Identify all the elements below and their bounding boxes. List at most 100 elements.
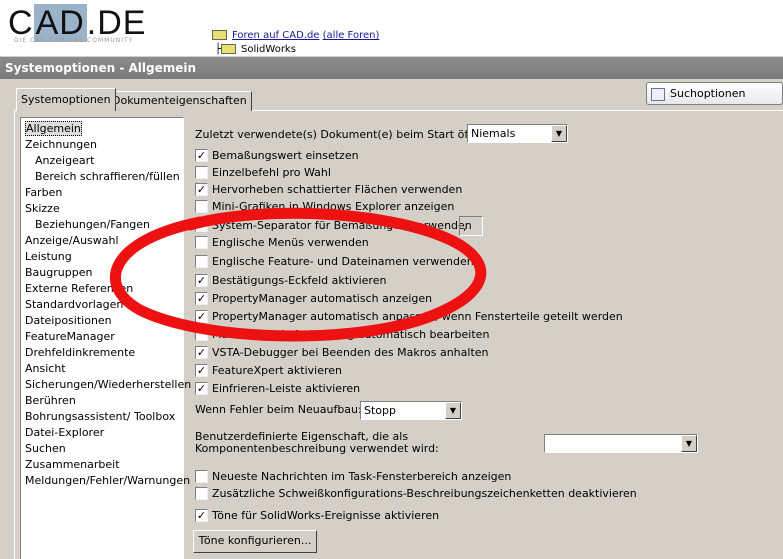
option-checkbox-row[interactable]: ✓ System-Separator für Bemaßungen verwend…: [195, 217, 472, 234]
tree-item[interactable]: Berühren: [21, 393, 183, 409]
tree-item[interactable]: Dateipositionen: [21, 313, 183, 329]
tree-item-label: Meldungen/Fehler/Warnungen: [25, 474, 191, 487]
tree-item[interactable]: Allgemein: [21, 121, 183, 137]
checkbox-checked[interactable]: ✓: [195, 219, 208, 232]
option-label: Neueste Nachrichten im Task-Fensterberei…: [212, 470, 512, 483]
option-checkbox-row[interactable]: ✓ Bestätigungs-Eckfeld aktivieren: [195, 272, 386, 289]
chevron-down-icon: ▼: [445, 402, 461, 419]
checkbox-unchecked[interactable]: [195, 236, 208, 249]
option-label: PropertyManager automatisch anpassen, we…: [212, 310, 623, 323]
configure-sounds-button[interactable]: Töne konfigurieren...: [193, 530, 317, 553]
tree-item[interactable]: Farben: [21, 185, 183, 201]
folder-icon: [221, 44, 237, 54]
checkbox-checked[interactable]: ✓: [195, 274, 208, 287]
search-label: Suchoptionen: [670, 87, 746, 100]
option-label: PropertyManager automatisch anzeigen: [212, 292, 433, 305]
option-checkbox-row[interactable]: ✓ FeatureXpert aktivieren: [195, 362, 342, 379]
checkbox-unchecked[interactable]: [195, 255, 208, 268]
checkbox-unchecked[interactable]: [195, 328, 208, 341]
tab-dokumenteigenschaften[interactable]: Dokumenteigenschaften: [107, 91, 252, 111]
option-checkbox-row[interactable]: Makro nach Aufzeichnung automatisch bear…: [195, 326, 489, 343]
option-checkbox-row[interactable]: ✓ Töne für SolidWorks-Ereignisse aktivier…: [195, 507, 439, 524]
all-forums-link[interactable]: (alle Foren): [323, 30, 380, 41]
checkbox-checked[interactable]: ✓: [195, 364, 208, 377]
tree-item[interactable]: Meldungen/Fehler/Warnungen: [21, 473, 190, 489]
checkbox-checked[interactable]: ✓: [195, 149, 208, 162]
tree-item-label: Berühren: [25, 394, 76, 407]
tree-item[interactable]: Drehfeldinkremente: [21, 345, 183, 361]
checkbox-checked[interactable]: ✓: [195, 310, 208, 323]
options-tree[interactable]: Allgemein Zeichnungen Anzeigeart Bereich sc…: [20, 117, 191, 559]
option-checkbox-row[interactable]: ✓ Hervorheben schattierter Flächen verwen…: [195, 181, 462, 198]
option-checkbox-row[interactable]: ✓ PropertyManager automatisch anzeigen: [195, 290, 432, 307]
tree-item-label: Zusammenarbeit: [25, 458, 120, 471]
tree-item[interactable]: Anzeigeart: [21, 153, 183, 169]
tree-item-label: Datei-Explorer: [25, 426, 105, 439]
option-checkbox-row[interactable]: Neueste Nachrichten im Task-Fensterberei…: [195, 468, 511, 485]
breadcrumb-forums: Foren auf CAD.de (alle Foren): [212, 30, 379, 41]
option-checkbox-row[interactable]: ✓ PropertyManager automatisch anpassen, w…: [195, 308, 623, 325]
option-label: Hervorheben schattierter Flächen verwend…: [212, 183, 463, 196]
tree-item[interactable]: Zeichnungen: [21, 137, 183, 153]
tree-item[interactable]: FeatureManager: [21, 329, 183, 345]
checkbox-unchecked[interactable]: [195, 487, 208, 500]
tree-item[interactable]: Externe Referenzen: [21, 281, 183, 297]
tree-item-label: Allgemein: [25, 121, 82, 136]
checkbox-unchecked[interactable]: [195, 166, 208, 179]
option-checkbox-row[interactable]: ✓ Bemaßungswert einsetzen: [195, 147, 359, 164]
tree-item-label: Bereich schraffieren/füllen: [35, 170, 180, 183]
option-checkbox-row[interactable]: Einzelbefehl pro Wahl: [195, 164, 331, 181]
rebuild-error-dropdown[interactable]: Stopp ▼: [360, 401, 462, 420]
tab-systemoptionen[interactable]: Systemoptionen: [16, 88, 116, 111]
tree-item[interactable]: Beziehungen/Fangen: [21, 217, 183, 233]
checkbox-unchecked[interactable]: [195, 470, 208, 483]
search-options-field[interactable]: Suchoptionen: [646, 82, 783, 105]
checkbox-checked[interactable]: ✓: [195, 346, 208, 359]
tree-item[interactable]: Bohrungsassistent/ Toolbox: [21, 409, 183, 425]
option-checkbox-row[interactable]: Englische Feature- und Dateinamen verwen…: [195, 253, 474, 270]
tree-item[interactable]: Bereich schraffieren/füllen: [21, 169, 183, 185]
tree-item-label: Skizze: [25, 202, 60, 215]
recent-docs-label: Zuletzt verwendete(s) Dokument(e) beim S…: [195, 128, 497, 141]
tree-item[interactable]: Ansicht: [21, 361, 183, 377]
option-label: Mini-Grafiken in Windows Explorer anzeig…: [212, 200, 455, 213]
custom-prop-dropdown[interactable]: ▼: [544, 434, 698, 453]
tree-item[interactable]: Sicherungen/Wiederherstellen: [21, 377, 191, 393]
tree-item[interactable]: Zusammenarbeit: [21, 457, 183, 473]
tree-item-label: Anzeigeart: [35, 154, 95, 167]
tree-item-label: Bohrungsassistent/ Toolbox: [25, 410, 176, 423]
separator-field[interactable]: ,: [459, 216, 483, 236]
option-checkbox-row[interactable]: Mini-Grafiken in Windows Explorer anzeig…: [195, 198, 454, 215]
tree-item[interactable]: Datei-Explorer: [21, 425, 183, 441]
rebuild-error-label: Wenn Fehler beim Neuaufbau:: [195, 403, 362, 416]
solidworks-label: SolidWorks: [241, 44, 296, 55]
checkbox-checked[interactable]: ✓: [195, 509, 208, 522]
tree-item-label: Anzeige/Auswahl: [25, 234, 119, 247]
tree-item[interactable]: Skizze: [21, 201, 183, 217]
tree-item-label: Ansicht: [25, 362, 66, 375]
tree-item-label: Standardvorlagen: [25, 298, 124, 311]
breadcrumb-solidworks[interactable]: ├ SolidWorks: [215, 44, 296, 55]
tree-item-label: Farben: [25, 186, 63, 199]
checkbox-checked[interactable]: ✓: [195, 292, 208, 305]
option-checkbox-row[interactable]: ✓ Einfrieren-Leiste aktivieren: [195, 380, 360, 397]
tree-item[interactable]: Standardvorlagen: [21, 297, 183, 313]
option-checkbox-row[interactable]: ✓ VSTA-Debugger bei Beenden des Makros an…: [195, 344, 489, 361]
checkbox-unchecked[interactable]: [195, 200, 208, 213]
tree-item[interactable]: Anzeige/Auswahl: [21, 233, 183, 249]
tree-item[interactable]: Leistung: [21, 249, 183, 265]
option-checkbox-row[interactable]: Englische Menüs verwenden: [195, 234, 369, 251]
tree-item[interactable]: Baugruppen: [21, 265, 183, 281]
option-label: FeatureXpert aktivieren: [212, 364, 343, 377]
forums-link[interactable]: Foren auf CAD.de: [232, 30, 319, 41]
recent-docs-dropdown[interactable]: Niemals ▼: [467, 124, 568, 143]
chevron-down-icon: ▼: [681, 435, 697, 452]
tree-item[interactable]: Suchen: [21, 441, 183, 457]
checkbox-checked[interactable]: ✓: [195, 382, 208, 395]
option-checkbox-row[interactable]: Zusätzliche Schweißkonfigurations-Beschr…: [195, 485, 637, 502]
list-search-icon: [651, 87, 665, 101]
checkbox-checked[interactable]: ✓: [195, 183, 208, 196]
tree-item-label: Leistung: [25, 250, 72, 263]
tree-item-label: Dateipositionen: [25, 314, 112, 327]
tree-item-label: Suchen: [25, 442, 66, 455]
